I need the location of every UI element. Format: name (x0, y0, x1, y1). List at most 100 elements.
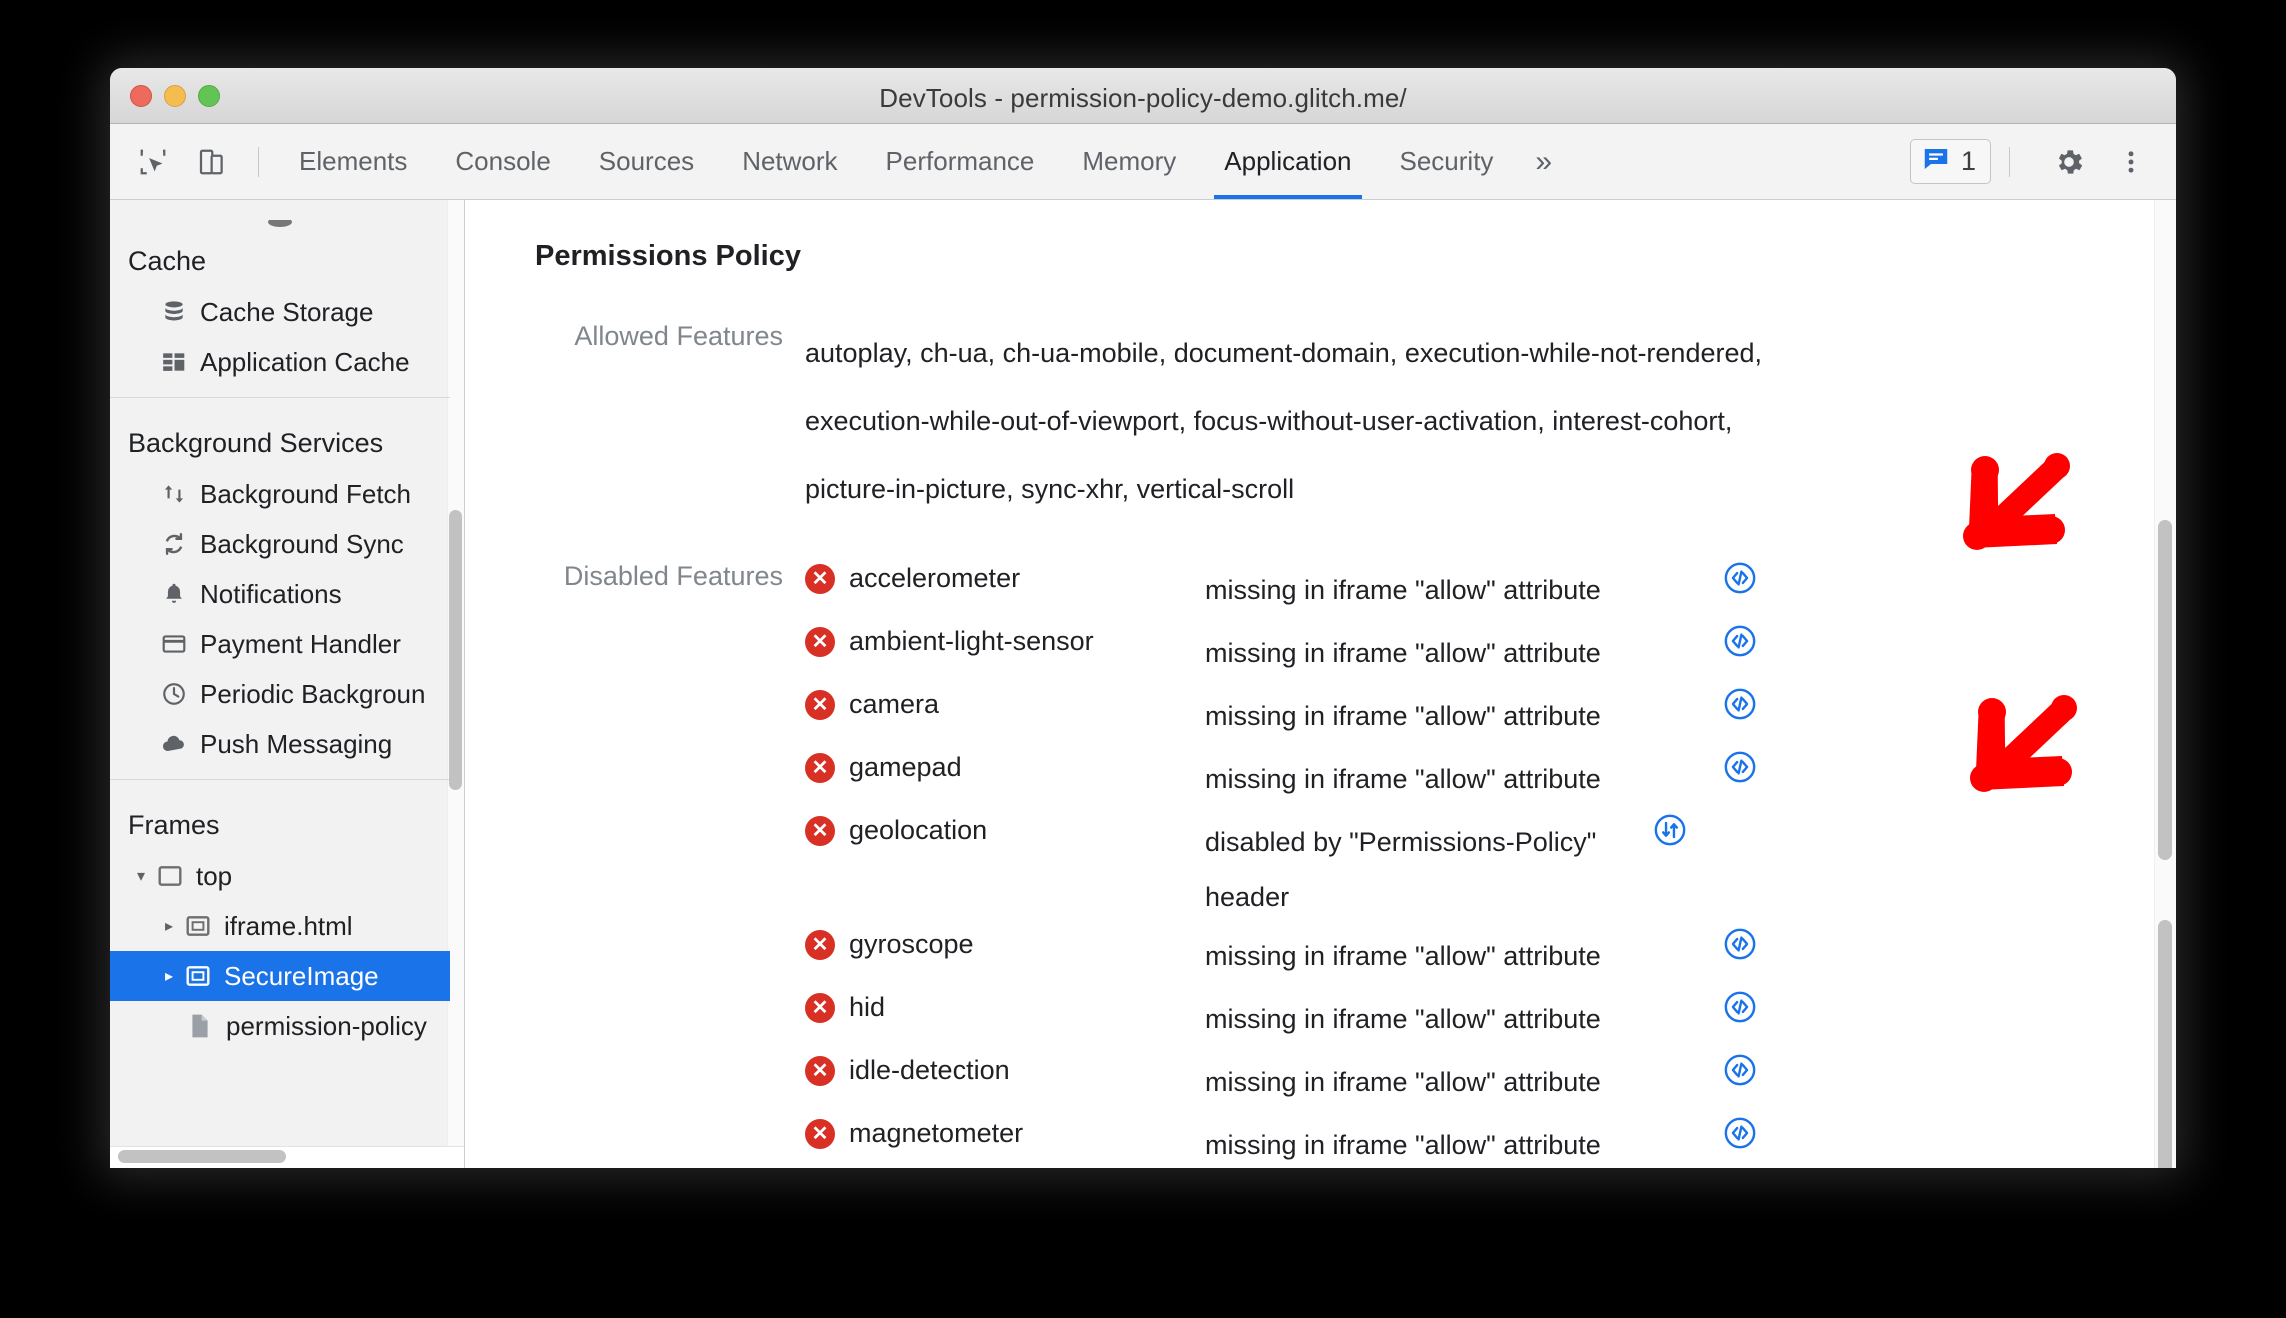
tab-security[interactable]: Security (1376, 124, 1518, 199)
message-count-badge[interactable]: 1 (1909, 139, 1991, 184)
allowed-features-line: execution-while-out-of-viewport, focus-w… (805, 406, 1733, 436)
code-icon[interactable] (1705, 1051, 1775, 1087)
sidebar-group-heading-frames: Frames (128, 810, 220, 840)
sidebar-item-label: Cache Storage (200, 296, 374, 327)
sidebar-scroll-area: Cache Cache Storage Application Cache Ba… (110, 200, 450, 1144)
tab-console[interactable]: Console (431, 124, 574, 199)
sidebar-item-payment-handler[interactable]: Payment Handler (110, 619, 450, 669)
sidebar-partial-item-above (110, 200, 450, 234)
gear-icon[interactable] (2042, 135, 2096, 189)
disabled-feature-row: ✕ hid missing in iframe "allow" attribut… (805, 988, 2176, 1051)
feature-name: hid (849, 992, 886, 1022)
toolbar-left-controls (110, 135, 275, 189)
tab-sources[interactable]: Sources (575, 124, 718, 199)
kebab-menu-icon[interactable] (2104, 135, 2158, 189)
disabled-feature-row: ✕ gamepad missing in iframe "allow" attr… (805, 748, 2176, 811)
devtools-window: DevTools - permission-policy-demo.glitch… (110, 68, 2176, 1168)
sidebar-item-periodic-background-sync[interactable]: Periodic Backgroun (110, 669, 450, 719)
main-scrollbar-thumb-inner[interactable] (2158, 920, 2172, 1168)
iframe-icon (182, 914, 214, 938)
iframe-icon (182, 964, 214, 988)
code-icon[interactable] (1705, 622, 1775, 658)
code-icon[interactable] (1705, 988, 1775, 1024)
chevron-right-icon[interactable]: ▸ (156, 966, 182, 986)
sidebar-item-label: Background Fetch (200, 478, 412, 509)
feature-name: camera (849, 689, 940, 719)
sidebar-item-application-cache[interactable]: Application Cache (110, 337, 450, 387)
inspect-element-icon[interactable] (126, 135, 180, 189)
code-icon[interactable] (1705, 925, 1775, 961)
frame-icon (154, 864, 186, 888)
sidebar-horizontal-scrollbar-thumb[interactable] (118, 1150, 286, 1163)
allowed-features-section: Allowed Features autoplay, ch-ua, ch-ua-… (535, 319, 2176, 523)
database-icon (160, 298, 188, 326)
network-request-icon[interactable] (1635, 811, 1705, 847)
chevron-down-icon[interactable]: ▾ (128, 866, 154, 886)
bell-icon (160, 580, 188, 608)
feature-name-cell: ✕ geolocation (805, 811, 1205, 846)
more-tabs-button[interactable]: » (1517, 124, 1570, 199)
feature-name: gamepad (849, 752, 962, 782)
feature-name-cell: ✕ ambient-light-sensor (805, 622, 1205, 657)
error-icon: ✕ (805, 929, 835, 960)
message-icon (1921, 144, 1951, 179)
tab-elements[interactable]: Elements (275, 124, 431, 199)
sidebar-item-label: Push Messaging (200, 728, 393, 759)
sidebar-item-background-sync[interactable]: Background Sync (110, 519, 450, 569)
tab-performance[interactable]: Performance (862, 124, 1059, 199)
sidebar-group-frames: Frames ▾ top ▸ iframe.html ▸ SecureImage… (110, 779, 450, 1061)
disabled-feature-row: ✕ ambient-light-sensor missing in iframe… (805, 622, 2176, 685)
toolbar-right-controls: 1 (1909, 135, 2176, 189)
code-icon[interactable] (1705, 748, 1775, 784)
disabled-features-list: ✕ accelerometer missing in iframe "allow… (805, 559, 2176, 1168)
feature-reason: missing in iframe "allow" attribute (1205, 701, 1601, 731)
frame-tree-item-permission-policy[interactable]: permission-policy (110, 1001, 450, 1051)
feature-name-cell: ✕ gyroscope (805, 925, 1205, 960)
feature-reason: missing in iframe "allow" attribute (1205, 1130, 1601, 1160)
error-icon: ✕ (805, 1118, 835, 1149)
feature-reason: missing in iframe "allow" attribute (1205, 1067, 1601, 1097)
sidebar-item-label: Application Cache (200, 346, 410, 377)
tab-application[interactable]: Application (1200, 124, 1375, 199)
sidebar-group-background-services: Background Services Background Fetch Bac… (110, 397, 450, 779)
sidebar-group-cache: Cache Cache Storage Application Cache (110, 234, 450, 397)
disabled-feature-row: ✕ magnetometer missing in iframe "allow"… (805, 1114, 2176, 1168)
sidebar-item-cache-storage[interactable]: Cache Storage (110, 287, 450, 337)
devtools-body: Cache Cache Storage Application Cache Ba… (110, 200, 2176, 1168)
feature-reason: missing in iframe "allow" attribute (1205, 764, 1601, 794)
error-icon: ✕ (805, 626, 835, 657)
frame-tree-item-secureimage[interactable]: ▸ SecureImage (110, 951, 450, 1001)
allowed-features-value: autoplay, ch-ua, ch-ua-mobile, document-… (805, 319, 2176, 523)
code-icon[interactable] (1705, 1114, 1775, 1150)
sidebar-item-label: Notifications (200, 578, 342, 609)
sidebar-item-background-fetch[interactable]: Background Fetch (110, 469, 450, 519)
tab-memory[interactable]: Memory (1058, 124, 1200, 199)
disabled-feature-row: ✕ gyroscope missing in iframe "allow" at… (805, 925, 2176, 988)
feature-name-cell: ✕ accelerometer (805, 559, 1205, 594)
code-icon[interactable] (1705, 559, 1775, 595)
frame-tree-label: iframe.html (224, 910, 353, 941)
feature-name-cell: ✕ idle-detection (805, 1051, 1205, 1086)
sidebar-item-notifications[interactable]: Notifications (110, 569, 450, 619)
grid-icon (160, 348, 188, 376)
feature-name: ambient-light-sensor (849, 626, 1094, 656)
feature-reason: missing in iframe "allow" attribute (1205, 941, 1601, 971)
sidebar-item-push-messaging[interactable]: Push Messaging (110, 719, 450, 769)
frame-tree-item-top[interactable]: ▾ top (110, 851, 450, 901)
permissions-policy-content: Permissions Policy Allowed Features auto… (465, 200, 2176, 1168)
toolbar-divider-right (2009, 146, 2010, 177)
chevron-right-icon[interactable]: ▸ (156, 916, 182, 936)
disabled-feature-row: ✕ accelerometer missing in iframe "allow… (805, 559, 2176, 622)
device-toolbar-icon[interactable] (184, 135, 238, 189)
application-sidebar: Cache Cache Storage Application Cache Ba… (110, 200, 465, 1168)
frame-tree-item-iframe-html[interactable]: ▸ iframe.html (110, 901, 450, 951)
error-icon: ✕ (805, 689, 835, 720)
main-scrollbar-thumb-outer[interactable] (2158, 520, 2172, 860)
feature-name-cell: ✕ camera (805, 685, 1205, 720)
sidebar-item-label: Periodic Backgroun (200, 678, 426, 709)
error-icon: ✕ (805, 1055, 835, 1086)
code-icon[interactable] (1705, 685, 1775, 721)
sidebar-vertical-scrollbar-thumb[interactable] (449, 510, 462, 790)
tab-network[interactable]: Network (718, 124, 861, 199)
frame-tree-label: permission-policy (226, 1010, 427, 1041)
